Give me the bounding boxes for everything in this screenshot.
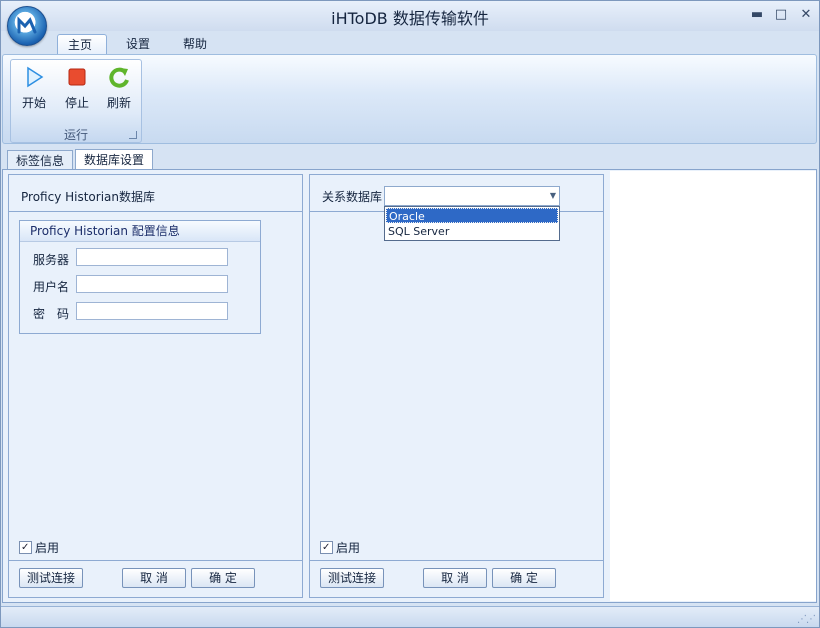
chevron-down-icon: ▼ [549, 191, 556, 200]
relational-enable-label: 启用 [336, 540, 361, 555]
relational-db-header: 关系数据库 ▼ Oracle SQL Server [310, 175, 603, 241]
relational-test-button[interactable]: 测试连接 [320, 568, 384, 588]
app-logo-icon[interactable] [7, 6, 47, 46]
ribbon-panel: 开始 停止 刷新 运行 [2, 54, 817, 144]
logo-glyph-icon [17, 16, 37, 34]
password-field[interactable] [76, 302, 228, 320]
window-title: iHToDB 数据传输软件 [331, 9, 489, 28]
relational-enable-checkbox[interactable]: 启用 [320, 539, 361, 556]
historian-actions: 测试连接 取 消 确 定 [9, 560, 302, 598]
maximize-button[interactable]: □ [770, 6, 792, 24]
app-window: iHToDB 数据传输软件 ▬ □ ✕ 主页 设置 帮助 开始 停止 刷新 运行… [0, 0, 820, 628]
refresh-label: 刷新 [106, 96, 131, 110]
stop-icon [68, 68, 86, 86]
historian-title: Proficy Historian数据库 [21, 190, 155, 204]
start-button[interactable]: 开始 [13, 66, 55, 118]
checked-icon [19, 540, 32, 556]
relational-db-label: 关系数据库 [322, 190, 383, 204]
username-label: 用户名 [33, 280, 70, 294]
server-field[interactable] [76, 248, 228, 266]
historian-enable-label: 启用 [35, 540, 60, 555]
checked-icon [320, 540, 333, 556]
username-field[interactable] [76, 275, 228, 293]
status-bar: ⋰⋰ [1, 606, 819, 627]
option-sql-server[interactable]: SQL Server [386, 224, 558, 239]
tab-database-settings[interactable]: 数据库设置 [75, 149, 154, 171]
database-type-select[interactable]: ▼ [384, 186, 560, 206]
database-settings-page: Proficy Historian数据库 Proficy Historian 配… [2, 169, 817, 603]
start-label: 开始 [21, 96, 46, 110]
historian-panel-header: Proficy Historian数据库 [9, 175, 302, 212]
title-bar: iHToDB 数据传输软件 ▬ □ ✕ [1, 1, 819, 31]
config-title: Proficy Historian 配置信息 [20, 221, 260, 242]
relational-db-actions: 测试连接 取 消 确 定 [310, 560, 603, 598]
group-label: 运行 [63, 128, 88, 142]
historian-enable-checkbox[interactable]: 启用 [19, 539, 60, 556]
stop-label: 停止 [64, 96, 89, 110]
empty-workspace [610, 171, 816, 601]
relational-ok-button[interactable]: 确 定 [492, 568, 556, 588]
historian-test-button[interactable]: 测试连接 [19, 568, 83, 588]
document-tabs: 标签信息 数据库设置 [1, 149, 819, 171]
tab-tag-info[interactable]: 标签信息 [7, 150, 74, 170]
relational-cancel-button[interactable]: 取 消 [423, 568, 487, 588]
refresh-icon [109, 67, 129, 88]
minimize-button[interactable]: ▬ [746, 6, 768, 24]
tab-help[interactable]: 帮助 [173, 34, 217, 54]
password-label: 密 码 [33, 307, 70, 321]
ribbon-tabs: 主页 设置 帮助 [1, 31, 819, 55]
historian-config-box: Proficy Historian 配置信息 服务器 用户名 密 码 [19, 220, 261, 334]
run-group: 开始 停止 刷新 运行 [10, 59, 142, 143]
resize-grip-icon[interactable]: ⋰⋰ [797, 614, 816, 625]
group-launcher-icon[interactable] [129, 131, 137, 139]
refresh-button[interactable]: 刷新 [98, 66, 140, 118]
historian-cancel-button[interactable]: 取 消 [122, 568, 186, 588]
option-oracle[interactable]: Oracle [386, 208, 558, 223]
play-icon [27, 66, 44, 88]
tab-home[interactable]: 主页 [57, 34, 107, 55]
database-type-dropdown[interactable]: Oracle SQL Server [384, 206, 560, 241]
stop-button[interactable]: 停止 [56, 66, 98, 118]
close-button[interactable]: ✕ [795, 6, 817, 24]
historian-panel: Proficy Historian数据库 Proficy Historian 配… [8, 174, 303, 598]
tab-settings[interactable]: 设置 [116, 34, 160, 54]
historian-ok-button[interactable]: 确 定 [191, 568, 255, 588]
server-label: 服务器 [33, 253, 70, 267]
relational-db-panel: 关系数据库 ▼ Oracle SQL Server 启用 测试连接 取 消 确 … [309, 174, 604, 598]
